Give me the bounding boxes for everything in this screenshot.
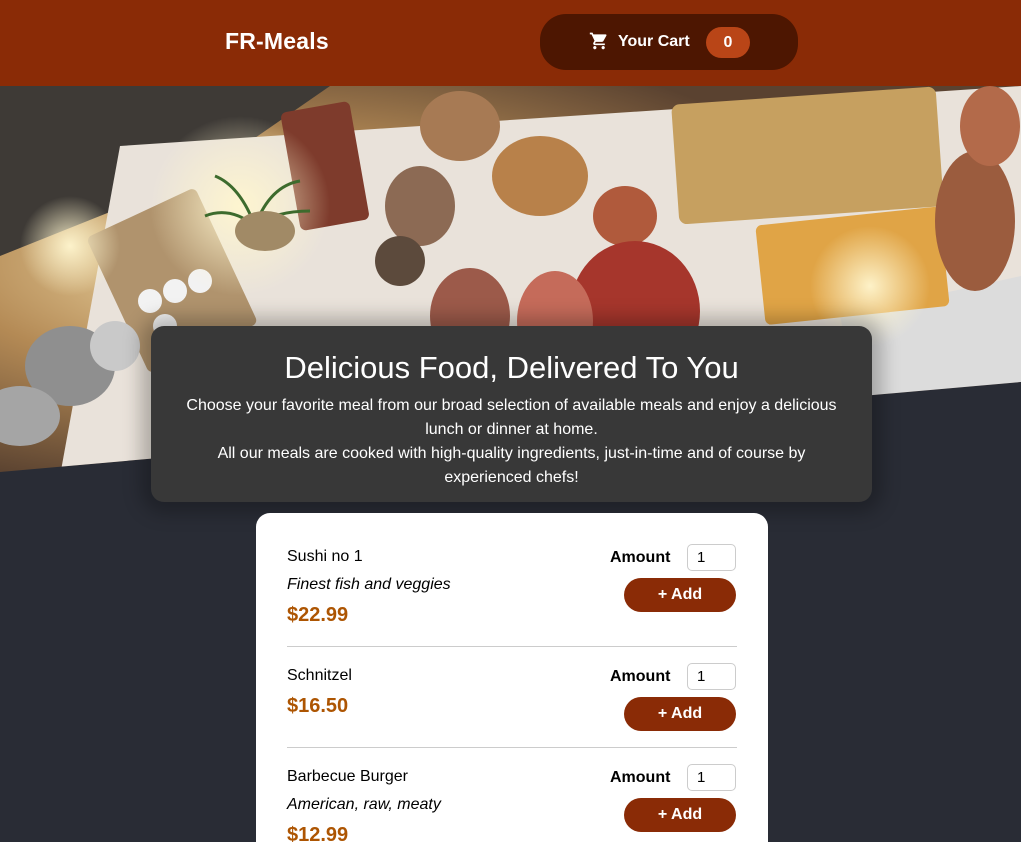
- cart-count-badge: 0: [706, 27, 750, 58]
- summary-panel: Delicious Food, Delivered To You Choose …: [151, 326, 872, 502]
- cart-label: Your Cart: [618, 33, 690, 50]
- meal-item-schnitzel: Schnitzel $16.50 Amount + Add: [287, 647, 737, 748]
- meal-description: Finest fish and veggies: [287, 576, 451, 593]
- summary-text-2: All our meals are cooked with high-quali…: [217, 445, 806, 486]
- meal-price: $12.99: [287, 824, 349, 842]
- meal-item-sushi: Sushi no 1 Finest fish and veggies $22.9…: [287, 513, 737, 647]
- add-to-cart-button[interactable]: + Add: [624, 798, 736, 832]
- amount-input[interactable]: [687, 764, 736, 791]
- meal-description: American, raw, meaty: [287, 796, 441, 813]
- meal-name: Sushi no 1: [287, 548, 363, 565]
- summary-text-1: Choose your favorite meal from our broad…: [186, 397, 837, 438]
- add-to-cart-button[interactable]: + Add: [624, 578, 736, 612]
- add-to-cart-button[interactable]: + Add: [624, 697, 736, 731]
- meals-list: Sushi no 1 Finest fish and veggies $22.9…: [256, 513, 768, 842]
- amount-label: Amount: [610, 769, 671, 786]
- cart-button[interactable]: Your Cart 0: [540, 14, 798, 70]
- amount-label: Amount: [610, 668, 671, 685]
- amount-input[interactable]: [687, 663, 736, 690]
- amount-label: Amount: [610, 549, 671, 566]
- cart-icon: [588, 31, 610, 53]
- meal-item-burger: Barbecue Burger American, raw, meaty $12…: [287, 748, 737, 842]
- meal-price: $22.99: [287, 604, 349, 626]
- meal-name: Schnitzel: [287, 667, 352, 684]
- amount-input[interactable]: [687, 544, 736, 571]
- app-header: FR-Meals Your Cart 0: [0, 0, 1021, 86]
- summary-title: Delicious Food, Delivered To You: [284, 350, 739, 385]
- meal-name: Barbecue Burger: [287, 768, 408, 785]
- brand-title: FR-Meals: [225, 28, 329, 54]
- meal-price: $16.50: [287, 695, 349, 717]
